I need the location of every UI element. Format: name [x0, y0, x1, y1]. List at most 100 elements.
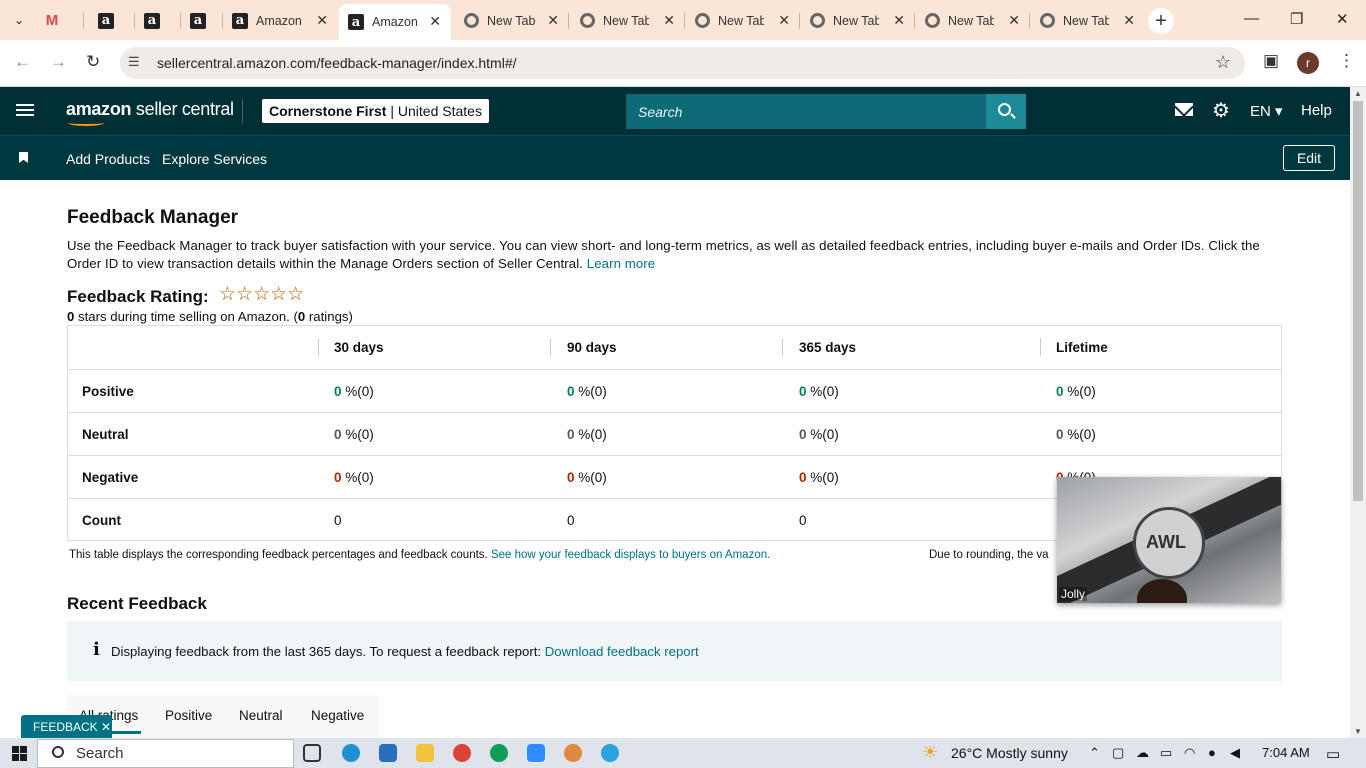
video-call-overlay[interactable]: AWL Jolly — [1057, 477, 1281, 603]
close-icon[interactable]: ✕ — [778, 12, 790, 29]
chrome-icon[interactable] — [453, 744, 471, 762]
task-view-icon[interactable] — [303, 744, 321, 762]
close-window-icon[interactable]: ✕ — [1336, 10, 1349, 28]
tab-neutral[interactable]: Neutral — [239, 708, 283, 723]
forward-icon[interactable]: → — [50, 52, 67, 72]
tab-label: New Tab — [948, 13, 994, 28]
tab-gmail[interactable]: M — [44, 7, 84, 34]
tab-newtab-4[interactable]: New Tab ✕ — [801, 7, 915, 34]
tab-newtab-1[interactable]: New Tab ✕ — [455, 7, 569, 34]
mail-icon[interactable] — [1175, 103, 1193, 116]
weather-text[interactable]: 26°C Mostly sunny — [951, 745, 1068, 761]
seller-central-header: amazon seller central Cornerstone First … — [0, 87, 1350, 135]
bookmark-star-icon[interactable]: ☆ — [1215, 52, 1231, 73]
tab-newtab-5[interactable]: New Tab ✕ — [916, 7, 1030, 34]
row-label: Neutral — [82, 427, 129, 442]
chevron-down-icon: ⌄ — [13, 13, 25, 27]
header-search-button[interactable] — [986, 94, 1026, 129]
clock-time[interactable]: 7:04 AM — [1262, 745, 1310, 760]
browser-window: ⌄ M a a a a Amazon ✕ a Amazon ✕ New Tab … — [0, 0, 1366, 738]
info-icon: i — [93, 639, 100, 660]
omnibox[interactable]: ☰ sellercentral.amazon.com/feedback-mana… — [120, 47, 1245, 79]
table-cell: 0 — [799, 513, 807, 528]
back-icon[interactable]: ← — [14, 52, 31, 72]
tab-amazon-4[interactable]: a Amazon ✕ — [223, 7, 338, 34]
zoom-icon[interactable] — [527, 744, 545, 762]
minimize-icon[interactable]: — — [1244, 10, 1259, 27]
reload-icon[interactable]: ↻ — [86, 52, 100, 72]
close-icon[interactable]: ✕ — [316, 12, 328, 29]
explore-services-link[interactable]: Explore Services — [162, 151, 267, 167]
hamburger-menu-icon[interactable] — [16, 101, 34, 121]
profile-avatar[interactable]: r — [1297, 52, 1319, 74]
new-tab-button[interactable]: + — [1148, 8, 1174, 34]
tab-newtab-6[interactable]: New Tab ✕ — [1031, 7, 1145, 34]
cloud-icon[interactable]: ☁ — [1136, 745, 1149, 761]
chevron-up-icon[interactable]: ⌃ — [1089, 745, 1100, 761]
help-link[interactable]: Help — [1301, 102, 1332, 119]
chrome-active-icon[interactable] — [564, 744, 582, 762]
restore-icon[interactable]: ❐ — [1290, 10, 1303, 28]
tab-amazon-active[interactable]: a Amazon ✕ — [339, 4, 451, 40]
learn-more-link[interactable]: Learn more — [587, 256, 655, 271]
close-icon[interactable]: ✕ — [893, 12, 905, 29]
weather-icon[interactable]: ☀ — [922, 742, 938, 763]
language-selector[interactable]: EN ▾ — [1250, 102, 1283, 120]
account-switcher[interactable]: Cornerstone First | United States — [262, 99, 489, 123]
amazon-icon: a — [144, 12, 160, 29]
network-icon[interactable]: ▭ — [1160, 745, 1172, 761]
scroll-down-icon[interactable]: ▼ — [1354, 727, 1362, 736]
header-divider — [242, 99, 243, 123]
site-settings-icon[interactable]: ☰ — [128, 54, 140, 70]
webcam-icon[interactable]: ▢ — [1112, 745, 1124, 761]
scroll-up-icon[interactable]: ▲ — [1354, 89, 1362, 98]
chrome-icon — [580, 13, 595, 28]
logo-seller-central-text: seller central — [131, 99, 234, 119]
tab-newtab-3[interactable]: New Tab ✕ — [686, 7, 800, 34]
telegram-icon[interactable] — [601, 744, 619, 762]
volume-icon[interactable]: ◀ — [1230, 745, 1240, 761]
seller-central-logo[interactable]: amazon seller central — [66, 99, 234, 120]
taskbar-search[interactable]: Search — [37, 739, 294, 768]
microphone-icon[interactable]: ● — [1208, 745, 1216, 760]
edit-button[interactable]: Edit — [1283, 145, 1335, 171]
tab-label: New Tab — [487, 13, 536, 28]
vertical-scrollbar[interactable]: ▲ ▼ — [1350, 87, 1366, 738]
tab-amazon-2[interactable]: a — [135, 7, 181, 34]
chrome-profile-icon[interactable] — [490, 744, 508, 762]
edge-icon[interactable] — [342, 744, 360, 762]
url-text[interactable]: sellercentral.amazon.com/feedback-manage… — [157, 55, 517, 71]
header-search-input[interactable]: Search — [626, 94, 986, 129]
close-icon[interactable]: ✕ — [663, 12, 675, 29]
column-header: 90 days — [567, 340, 617, 355]
wifi-icon[interactable]: ◠ — [1184, 745, 1195, 761]
table-cell: 0 %(0) — [334, 427, 374, 442]
feedback-button[interactable]: FEEDBACK ✕ — [21, 715, 112, 738]
download-report-link[interactable]: Download feedback report — [545, 644, 699, 659]
file-explorer-icon[interactable] — [416, 744, 434, 762]
tab-newtab-2[interactable]: New Tab ✕ — [571, 7, 685, 34]
scrollbar-thumb[interactable] — [1353, 101, 1363, 501]
notification-icon[interactable]: ▭ — [1326, 745, 1340, 763]
chrome-icon — [925, 13, 940, 28]
add-products-link[interactable]: Add Products — [66, 151, 150, 167]
tab-amazon-1[interactable]: a — [89, 7, 135, 34]
close-icon[interactable]: ✕ — [1123, 12, 1135, 29]
windows-start-icon[interactable] — [12, 746, 27, 761]
tab-positive[interactable]: Positive — [165, 708, 212, 723]
tab-search-button[interactable]: ⌄ — [6, 7, 32, 33]
close-icon[interactable]: ✕ — [1008, 12, 1020, 29]
gear-icon[interactable]: ⚙ — [1212, 98, 1230, 123]
bookmark-icon[interactable] — [19, 152, 28, 163]
store-icon[interactable] — [379, 744, 397, 762]
sidepanel-icon[interactable]: ▣ — [1263, 51, 1279, 71]
column-separator — [550, 338, 551, 356]
close-icon[interactable]: ✕ — [429, 13, 441, 30]
menu-dots-icon[interactable]: ⋮ — [1338, 51, 1355, 71]
table-row: Neutral 0 %(0) 0 %(0) 0 %(0) 0 %(0) — [68, 412, 1281, 455]
close-icon[interactable]: ✕ — [547, 12, 559, 29]
tab-negative[interactable]: Negative — [311, 708, 364, 723]
table-cell: 0 %(0) — [567, 384, 607, 399]
tab-amazon-3[interactable]: a — [181, 7, 223, 34]
feedback-display-link[interactable]: See how your feedback displays to buyers… — [491, 549, 770, 561]
